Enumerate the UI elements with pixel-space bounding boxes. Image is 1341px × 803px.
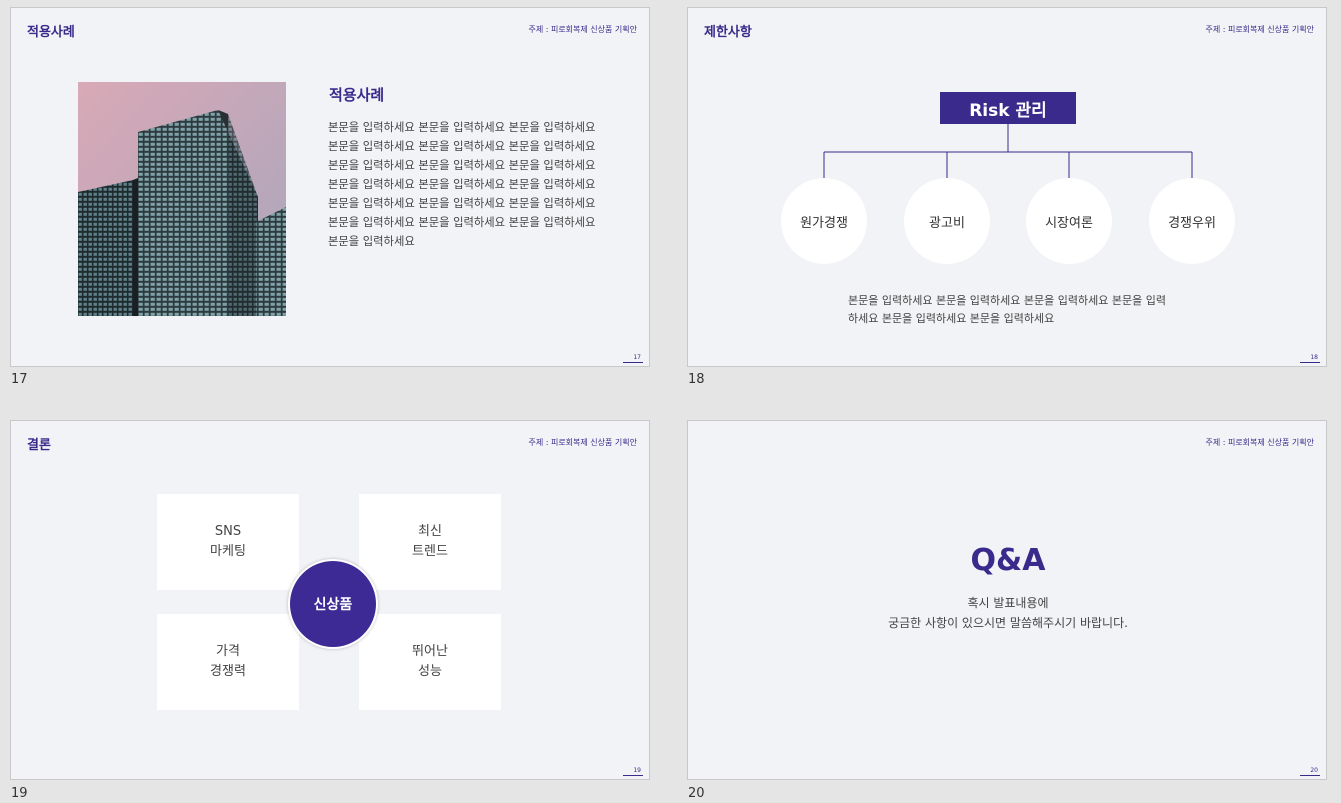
center-circle: 신상품	[288, 559, 378, 649]
qa-line: 혹시 발표내용에	[967, 596, 1049, 610]
page-number: 18	[1300, 354, 1320, 363]
slide-number-label: 20	[688, 786, 705, 801]
slide-thumbnail-20[interactable]: 주제 : 피로회복제 신상품 기획안 Q&A 혹시 발표내용에 궁금한 사항이 …	[687, 420, 1327, 780]
slide-title: 적용사례	[27, 25, 75, 40]
card-line: 마케팅	[210, 544, 246, 559]
body-line: 본문을 입력하세요	[328, 235, 415, 248]
slide-topic: 주제 : 피로회복제 신상품 기획안	[1205, 438, 1314, 447]
card-sns-marketing: SNS 마케팅	[157, 494, 299, 590]
slide-thumbnail-17[interactable]: 적용사례 주제 : 피로회복제 신상품 기획안 적용사례 본문을 입력하세요 본…	[10, 7, 650, 367]
body-line: 본문을 입력하세요 본문을 입력하세요 본문을 입력하세요	[328, 159, 596, 172]
qa-line: 궁금한 사항이 있으시면 말씀해주시기 바랍니다.	[888, 616, 1128, 630]
card-latest-trend: 최신 트렌드	[359, 494, 501, 590]
body-line: 본문을 입력하세요 본문을 입력하세요 본문을 입력하세요	[328, 216, 596, 229]
body-line: 본문을 입력하세요 본문을 입력하세요 본문을 입력하세요	[328, 121, 596, 134]
slide-number-label: 19	[11, 786, 28, 801]
slide-number-label: 18	[688, 372, 705, 387]
card-line: 최신	[418, 524, 442, 539]
risk-node-advertising: 광고비	[904, 178, 990, 264]
qa-subtitle: 혹시 발표내용에 궁금한 사항이 있으시면 말씀해주시기 바랍니다.	[688, 593, 1326, 633]
card-line: 트렌드	[412, 544, 448, 559]
slide-thumbnail-19[interactable]: 결론 주제 : 피로회복제 신상품 기획안 SNS 마케팅 최신 트렌드 가격 …	[10, 420, 650, 780]
card-price-competitiveness: 가격 경쟁력	[157, 614, 299, 710]
page-number: 17	[623, 354, 643, 363]
page-number: 20	[1300, 767, 1320, 776]
card-performance: 뛰어난 성능	[359, 614, 501, 710]
body-text: 본문을 입력하세요 본문을 입력하세요 본문을 입력하세요 본문을 입력 하세요…	[848, 292, 1188, 328]
slide-topic: 주제 : 피로회복제 신상품 기획안	[528, 438, 637, 447]
card-line: SNS	[214, 524, 242, 539]
qa-heading: Q&A	[970, 543, 1046, 578]
body-line: 본문을 입력하세요 본문을 입력하세요 본문을 입력하세요 본문을 입력	[848, 294, 1166, 307]
slide-title: 결론	[27, 438, 51, 453]
risk-node-competitive-edge: 경쟁우위	[1149, 178, 1235, 264]
body-line: 본문을 입력하세요 본문을 입력하세요 본문을 입력하세요	[328, 178, 596, 191]
risk-node-cost: 원가경쟁	[781, 178, 867, 264]
slide-topic: 주제 : 피로회복제 신상품 기획안	[528, 25, 637, 34]
body-text: 본문을 입력하세요 본문을 입력하세요 본문을 입력하세요 본문을 입력하세요 …	[328, 118, 618, 251]
page-number: 19	[623, 767, 643, 776]
body-line: 본문을 입력하세요 본문을 입력하세요 본문을 입력하세요	[328, 197, 596, 210]
section-heading: 적용사례	[329, 86, 385, 104]
card-line: 가격	[216, 644, 240, 659]
building-photo	[78, 82, 286, 316]
body-line: 본문을 입력하세요 본문을 입력하세요 본문을 입력하세요	[328, 140, 596, 153]
slide-thumbnail-18[interactable]: 제한사항 주제 : 피로회복제 신상품 기획안 Risk 관리 원가경쟁 광고비…	[687, 7, 1327, 367]
risk-node-market-opinion: 시장여론	[1026, 178, 1112, 264]
card-line: 성능	[418, 664, 442, 679]
card-line: 뛰어난	[412, 644, 448, 659]
body-line: 하세요 본문을 입력하세요 본문을 입력하세요	[848, 312, 1055, 325]
card-line: 경쟁력	[210, 664, 246, 679]
slide-number-label: 17	[11, 372, 28, 387]
